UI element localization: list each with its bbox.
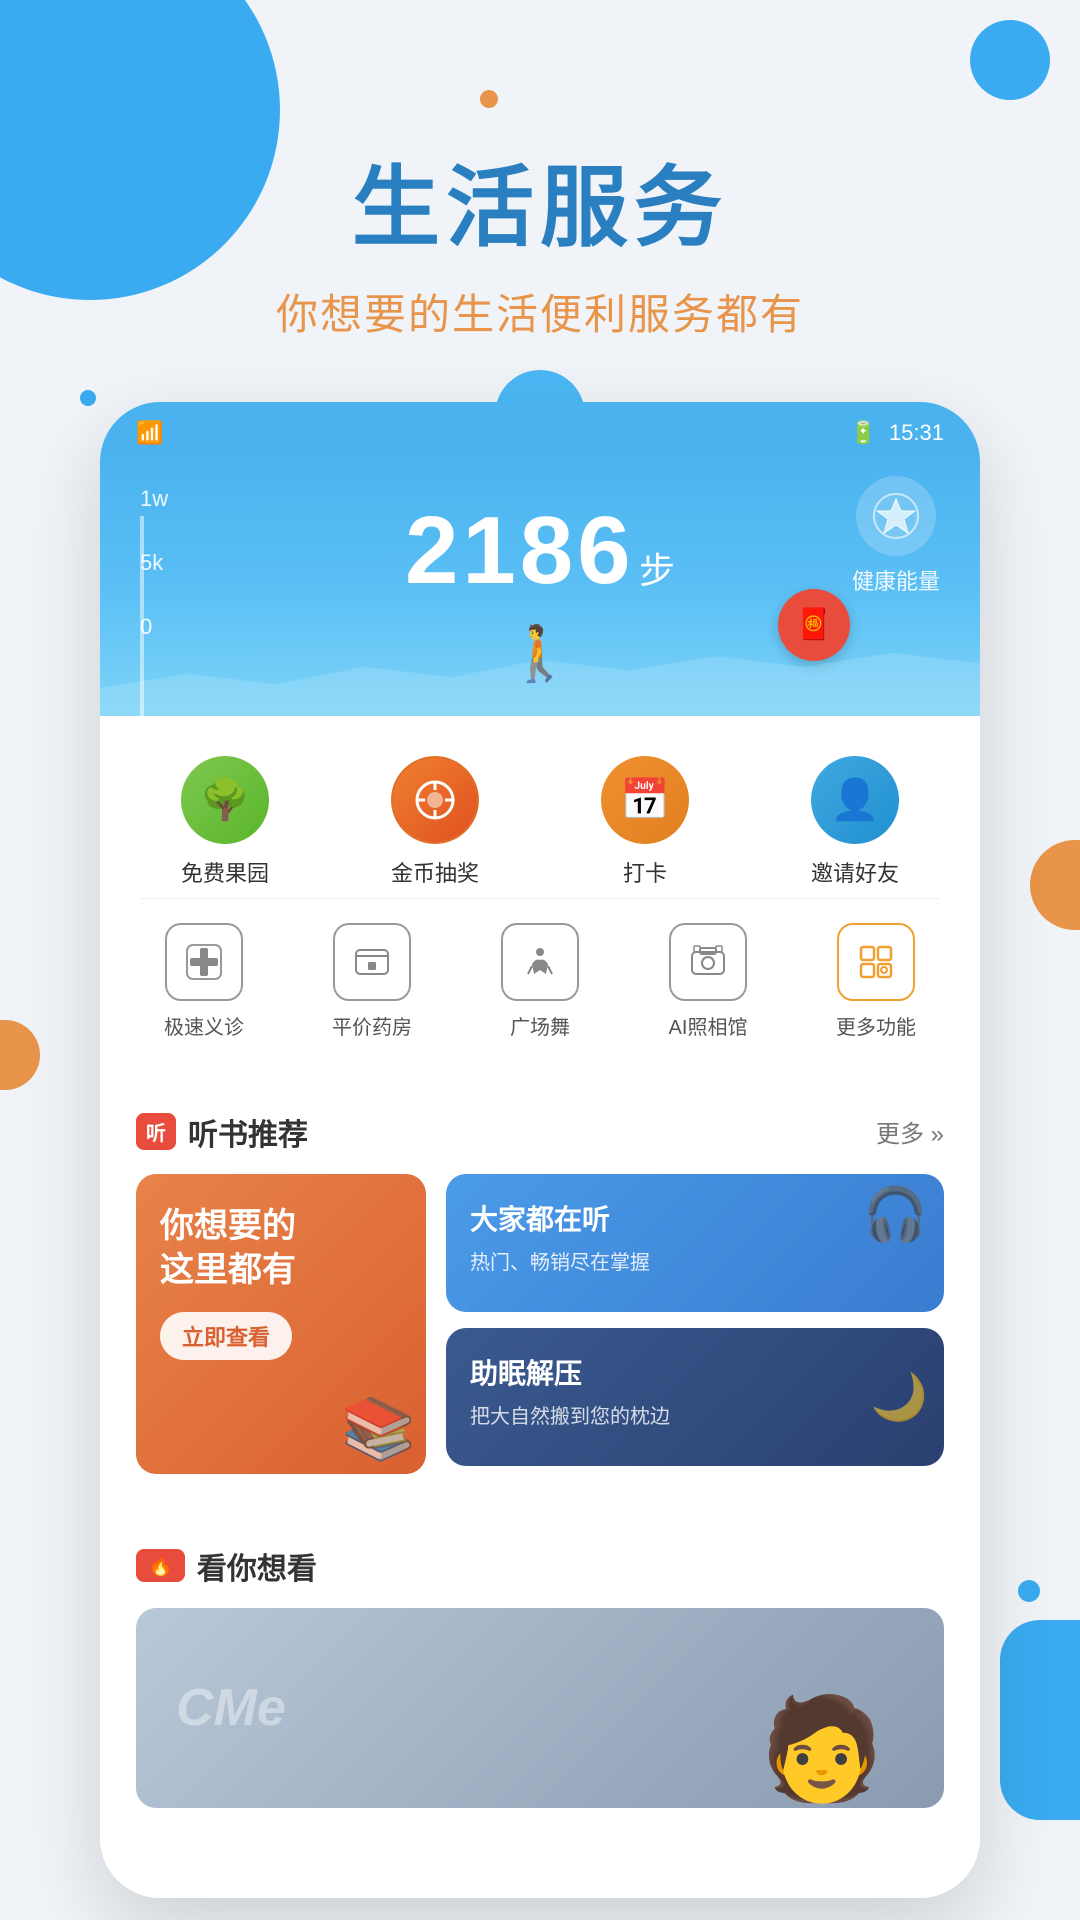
book-card-left-illustration: 📚	[341, 1393, 416, 1464]
book-more-link[interactable]: 更多 »	[876, 1114, 944, 1149]
icon-item-dance[interactable]: 广场舞	[470, 923, 610, 1040]
more-label: 更多功能	[836, 1011, 916, 1040]
chart-labels: 1w 5k 0	[140, 486, 168, 640]
step-unit: 步	[639, 550, 675, 591]
step-number: 2186	[405, 497, 635, 604]
invite-label: 邀请好友	[811, 856, 899, 888]
book-card-bottom-illustration: 🌙	[871, 1369, 928, 1424]
icon-item-clinic[interactable]: 极速义诊	[134, 923, 274, 1040]
watch-section: 🔥 看你想看 CMe 🧑	[100, 1524, 980, 1838]
lottery-icon	[391, 756, 479, 844]
book-badge: 听	[136, 1113, 176, 1150]
icon-item-checkin[interactable]: 📅 打卡	[575, 756, 715, 888]
book-cards: 你想要的这里都有 立即查看 📚 大家都在听 热门、畅销尽在掌握 🎧 助眠解压 把…	[100, 1174, 980, 1504]
step-area: 1w 5k 0 2186 步 健康能量	[100, 456, 980, 716]
chart-label-5k: 5k	[140, 550, 168, 576]
icon-section-1: 🌳 免费果园 金币抽奖	[100, 716, 980, 1080]
chart-label-0: 0	[140, 614, 168, 640]
icon-item-lottery[interactable]: 金币抽奖	[365, 756, 505, 888]
icon-row-1: 🌳 免费果园 金币抽奖	[120, 746, 960, 898]
health-energy-text: 健康能量	[852, 564, 940, 596]
book-more-text: 更多 »	[876, 1121, 944, 1148]
icon-row-2: 极速义诊 平价药房	[120, 899, 960, 1050]
status-right: 🔋 15:31	[850, 420, 944, 446]
book-card-left-btn[interactable]: 立即查看	[160, 1312, 292, 1360]
chart-label-1w: 1w	[140, 486, 168, 512]
book-cards-right: 大家都在听 热门、畅销尽在掌握 🎧 助眠解压 把大自然搬到您的枕边 🌙	[446, 1174, 944, 1474]
book-card-bottom-sub: 把大自然搬到您的枕边	[470, 1400, 920, 1429]
hero-title: 生活服务	[0, 160, 1080, 257]
icon-item-ai-photo[interactable]: AI照相馆	[638, 923, 778, 1040]
book-card-top[interactable]: 大家都在听 热门、畅销尽在掌握 🎧	[446, 1174, 944, 1312]
invite-icon: 👤	[811, 756, 899, 844]
book-card-left-title: 你想要的这里都有	[160, 1204, 402, 1292]
book-card-top-illustration: 🎧	[863, 1184, 928, 1245]
icon-item-pharmacy[interactable]: 平价药房	[302, 923, 442, 1040]
book-card-bottom[interactable]: 助眠解压 把大自然搬到您的枕边 🌙	[446, 1328, 944, 1466]
watch-card[interactable]: CMe 🧑	[136, 1608, 944, 1808]
ai-photo-label: AI照相馆	[669, 1011, 748, 1040]
icon-item-garden[interactable]: 🌳 免费果园	[155, 756, 295, 888]
status-bar: 📶 🔋 15:31	[100, 402, 980, 456]
watch-portrait-illustration: 🧑	[759, 1691, 884, 1808]
icon-item-invite[interactable]: 👤 邀请好友	[785, 756, 925, 888]
red-envelope[interactable]: 🧧	[778, 589, 850, 661]
dance-icon	[501, 923, 579, 1001]
battery-icon: 🔋	[850, 420, 877, 446]
watch-title: 看你想看	[197, 1544, 317, 1588]
pharmacy-label: 平价药房	[332, 1011, 412, 1040]
checkin-label: 打卡	[623, 856, 667, 888]
garden-icon: 🌳	[181, 756, 269, 844]
ai-photo-icon	[669, 923, 747, 1001]
book-title-text: 听书推荐	[188, 1110, 308, 1154]
book-section-header: 听 听书推荐 更多 »	[100, 1080, 980, 1174]
cme-label: CMe	[176, 1678, 286, 1738]
phone-mockup: 📶 🔋 15:31 1w 5k 0 2186 步	[100, 402, 980, 1898]
hero-section: 生活服务 你想要的生活便利服务都有	[0, 0, 1080, 402]
step-count-center: 2186 步	[140, 486, 940, 606]
watch-badge: 🔥	[136, 1549, 185, 1582]
watch-section-header: 🔥 看你想看	[136, 1544, 944, 1588]
book-card-top-sub: 热门、畅销尽在掌握	[470, 1246, 920, 1275]
hero-subtitle: 你想要的生活便利服务都有	[0, 281, 1080, 342]
book-card-top-title: 大家都在听	[470, 1198, 920, 1238]
checkin-icon: 📅	[601, 756, 689, 844]
time-display: 15:31	[889, 420, 944, 446]
clinic-label: 极速义诊	[164, 1011, 244, 1040]
book-card-bottom-title: 助眠解压	[470, 1352, 920, 1392]
icon-item-more[interactable]: 更多功能	[806, 923, 946, 1040]
phone-wrapper: 📶 🔋 15:31 1w 5k 0 2186 步	[0, 402, 1080, 1898]
clinic-icon	[165, 923, 243, 1001]
dance-label: 广场舞	[510, 1011, 570, 1040]
book-section-title: 听 听书推荐	[136, 1110, 308, 1154]
lottery-label: 金币抽奖	[391, 856, 479, 888]
more-icon	[837, 923, 915, 1001]
garden-label: 免费果园	[181, 856, 269, 888]
book-card-left[interactable]: 你想要的这里都有 立即查看 📚	[136, 1174, 426, 1474]
health-energy-icon	[856, 476, 936, 556]
bottom-spacer	[100, 1838, 980, 1898]
health-energy[interactable]: 健康能量	[852, 476, 940, 596]
pharmacy-icon	[333, 923, 411, 1001]
wifi-icon: 📶	[136, 420, 163, 446]
